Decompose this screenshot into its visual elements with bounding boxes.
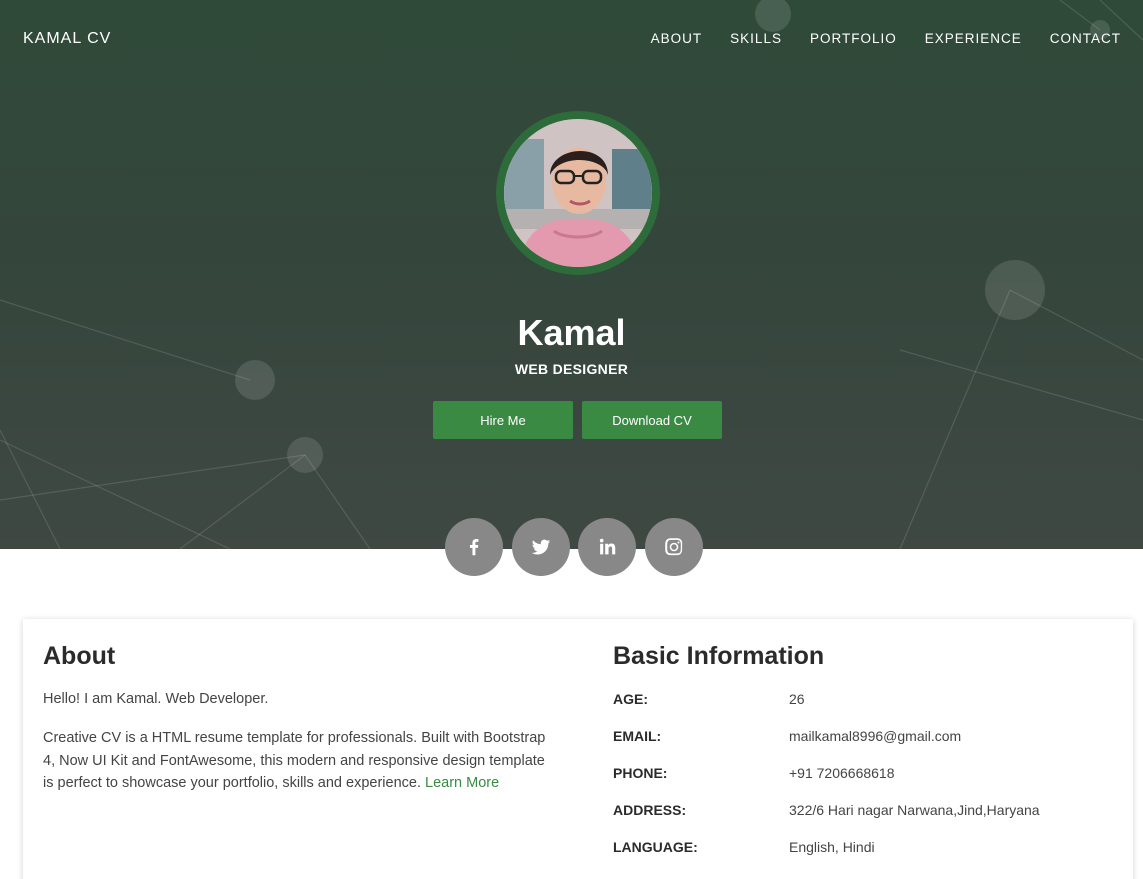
instagram-icon (665, 538, 683, 556)
info-label: LANGUAGE: (613, 839, 698, 855)
hero-role: WEB DESIGNER (514, 361, 629, 377)
nav-experience[interactable]: EXPERIENCE (925, 31, 1022, 46)
nav-menu: ABOUT SKILLS PORTFOLIO EXPERIENCE CONTAC… (651, 31, 1121, 46)
navbar: KAMAL CV ABOUT SKILLS PORTFOLIO EXPERIEN… (0, 0, 1143, 80)
hire-me-button[interactable]: Hire Me (433, 401, 573, 439)
avatar (504, 119, 652, 267)
about-heading: About (43, 642, 116, 670)
nav-about[interactable]: ABOUT (651, 31, 703, 46)
info-label: EMAIL: (613, 728, 662, 744)
twitter-button[interactable] (512, 518, 570, 576)
info-value: +91 7206668618 (789, 765, 895, 781)
info-value: 322/6 Hari nagar Narwana,Jind,Haryana (789, 802, 1040, 818)
facebook-button[interactable] (445, 518, 503, 576)
info-value: 26 (789, 691, 805, 707)
info-label: PHONE: (613, 765, 668, 781)
basic-info-heading: Basic Information (613, 642, 825, 670)
avatar-portrait (504, 119, 652, 267)
instagram-button[interactable] (645, 518, 703, 576)
nav-skills[interactable]: SKILLS (730, 31, 782, 46)
info-label: ADDRESS: (613, 802, 687, 818)
nav-contact[interactable]: CONTACT (1050, 31, 1121, 46)
learn-more-link[interactable]: Learn More (425, 775, 499, 791)
avatar-ring (496, 111, 660, 275)
brand-logo[interactable]: KAMAL CV (23, 30, 111, 48)
info-value: English, Hindi (789, 839, 875, 855)
linkedin-button[interactable] (578, 518, 636, 576)
about-description: Creative CV is a HTML resume template fo… (43, 727, 553, 795)
info-value: mailkamal8996@gmail.com (789, 728, 962, 744)
twitter-icon (531, 539, 551, 555)
facebook-icon (469, 539, 479, 556)
linkedin-icon (599, 538, 616, 555)
nav-portfolio[interactable]: PORTFOLIO (810, 31, 897, 46)
about-card: About Hello! I am Kamal. Web Developer. … (23, 619, 1133, 879)
hero-name: Kamal (517, 312, 626, 353)
download-cv-button[interactable]: Download CV (582, 401, 722, 439)
info-label: AGE: (613, 691, 648, 707)
about-intro: Hello! I am Kamal. Web Developer. (43, 691, 269, 707)
hero-section: KAMAL CV ABOUT SKILLS PORTFOLIO EXPERIEN… (0, 0, 1143, 549)
